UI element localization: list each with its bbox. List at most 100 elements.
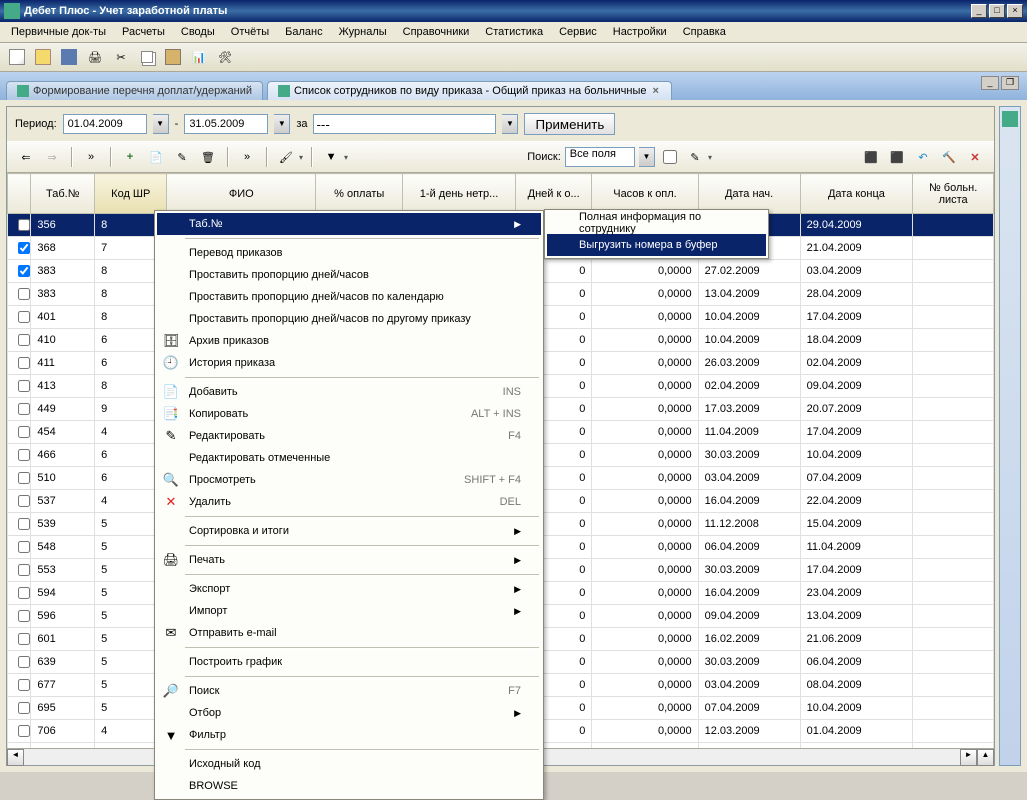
row-checkbox[interactable] [18, 725, 30, 737]
col-tabno[interactable]: Таб.№ [31, 174, 95, 214]
gt-edit2[interactable]: ✎ [684, 146, 706, 168]
za-input[interactable] [313, 114, 496, 134]
row-checkbox[interactable] [18, 449, 30, 461]
tb-print[interactable]: 🖨 [84, 46, 106, 68]
menu-help[interactable]: Справка [676, 24, 733, 40]
ctx-export[interactable]: Экспорт▶ [157, 578, 541, 600]
za-dd[interactable]: ▼ [502, 114, 518, 134]
ctx-prop3[interactable]: Проставить пропорцию дней/часов по друго… [157, 308, 541, 330]
ctx-copy[interactable]: 📑КопироватьALT + INS [157, 403, 541, 425]
minimize-button[interactable]: _ [971, 4, 987, 18]
ctx-archive[interactable]: 🗄Архив приказов [157, 330, 541, 352]
ctx-perevod[interactable]: Перевод приказов [157, 242, 541, 264]
row-checkbox[interactable] [18, 564, 30, 576]
row-checkbox[interactable] [18, 472, 30, 484]
menu-statistics[interactable]: Статистика [478, 24, 550, 40]
row-checkbox[interactable] [18, 702, 30, 714]
tab-close-icon[interactable]: × [651, 85, 661, 97]
ctx-add[interactable]: 📄ДобавитьINS [157, 381, 541, 403]
tb-chart[interactable]: 📊 [188, 46, 210, 68]
row-checkbox[interactable] [18, 288, 30, 300]
menu-calculations[interactable]: Расчеты [115, 24, 172, 40]
ctx-edit[interactable]: ✎РедактироватьF4 [157, 425, 541, 447]
gt-del[interactable]: 🗑 [197, 146, 219, 168]
ctx-prop2[interactable]: Проставить пропорцию дней/часов по кален… [157, 286, 541, 308]
gt-copy[interactable]: 📄 [145, 146, 167, 168]
row-checkbox[interactable] [18, 656, 30, 668]
chevron-down-icon[interactable]: ▾ [708, 153, 712, 162]
tb-open[interactable] [32, 46, 54, 68]
tb-new[interactable] [6, 46, 28, 68]
panel-minimize[interactable]: _ [981, 76, 999, 90]
date-to-dd[interactable]: ▼ [274, 114, 290, 134]
ctx-tabno[interactable]: Таб.№▶ [157, 213, 541, 235]
search-checkbox[interactable] [663, 150, 677, 164]
tb-copy[interactable] [136, 46, 158, 68]
tb-paste[interactable] [162, 46, 184, 68]
col-hours[interactable]: Часов к опл. [592, 174, 698, 214]
menu-directories[interactable]: Справочники [396, 24, 477, 40]
sub-export-buffer[interactable]: Выгрузить номера в буфер [547, 234, 766, 256]
col-days[interactable]: Дней к о... [515, 174, 592, 214]
col-dend[interactable]: Дата конца [800, 174, 913, 214]
date-from[interactable] [63, 114, 147, 134]
tb-cut[interactable]: ✂ [110, 46, 132, 68]
ctx-filter[interactable]: ▼Фильтр [157, 724, 541, 746]
tab-formirovanie[interactable]: Формирование перечня доплат/удержаний [6, 81, 263, 100]
tab-spisok[interactable]: Список сотрудников по виду приказа - Общ… [267, 81, 672, 100]
gt-hammer[interactable]: 🔨 [938, 146, 960, 168]
row-checkbox[interactable] [18, 426, 30, 438]
col-kod[interactable]: Код ШР [95, 174, 167, 214]
tb-misc[interactable]: 🛠 [214, 46, 236, 68]
row-checkbox[interactable] [18, 334, 30, 346]
row-checkbox[interactable] [18, 242, 30, 254]
ctx-prop1[interactable]: Проставить пропорцию дней/часов [157, 264, 541, 286]
close-button[interactable]: × [1007, 4, 1023, 18]
col-day1[interactable]: 1-й день нетр... [403, 174, 516, 214]
scroll-right-icon[interactable]: ► [960, 749, 977, 766]
gt-nav-fwd[interactable]: ⇒ [41, 146, 63, 168]
sub-full-info[interactable]: Полная информация по сотруднику [547, 212, 766, 234]
scroll-left-icon[interactable]: ◄ [7, 749, 24, 766]
row-checkbox[interactable] [18, 380, 30, 392]
menu-primary-docs[interactable]: Первичные док-ты [4, 24, 113, 40]
search-field-select[interactable]: Все поля [565, 147, 635, 167]
menu-journals[interactable]: Журналы [332, 24, 394, 40]
gt-filter[interactable]: ▼ [320, 146, 342, 168]
menu-settings[interactable]: Настройки [606, 24, 674, 40]
tb-save[interactable] [58, 46, 80, 68]
gt-brush[interactable]: 🖌 [275, 146, 297, 168]
col-dstart[interactable]: Дата нач. [698, 174, 800, 214]
ctx-sort[interactable]: Сортировка и итоги▶ [157, 520, 541, 542]
row-checkbox[interactable] [18, 219, 30, 231]
date-to[interactable] [184, 114, 268, 134]
ctx-otbor[interactable]: Отбор▶ [157, 702, 541, 724]
gt-more[interactable]: » [236, 146, 258, 168]
ctx-email[interactable]: ✉Отправить e-mail [157, 622, 541, 644]
ctx-import[interactable]: Импорт▶ [157, 600, 541, 622]
chevron-down-icon[interactable]: ▾ [299, 153, 303, 162]
apply-button[interactable]: Применить [524, 113, 615, 135]
row-checkbox[interactable] [18, 311, 30, 323]
ctx-find[interactable]: 🔎ПоискF7 [157, 680, 541, 702]
panel-restore[interactable]: ❐ [1001, 76, 1019, 90]
ctx-del[interactable]: ✕УдалитьDEL [157, 491, 541, 513]
date-from-dd[interactable]: ▼ [153, 114, 169, 134]
menu-summaries[interactable]: Своды [174, 24, 222, 40]
chevron-down-icon[interactable]: ▾ [344, 153, 348, 162]
search-field-dd[interactable]: ▼ [639, 147, 655, 167]
ctx-src[interactable]: Исходный код [157, 753, 541, 775]
ctx-view[interactable]: 🔍ПросмотретьSHIFT + F4 [157, 469, 541, 491]
gt-add[interactable]: + [119, 146, 141, 168]
gt-nav-back[interactable]: ⇐ [15, 146, 37, 168]
row-checkbox[interactable] [18, 495, 30, 507]
menu-balance[interactable]: Баланс [278, 24, 329, 40]
sidebar-icon[interactable] [1002, 111, 1018, 127]
row-checkbox[interactable] [18, 633, 30, 645]
gt-tool2[interactable]: ⬛ [886, 146, 908, 168]
gt-delete-x[interactable]: ✕ [964, 146, 986, 168]
scroll-up-icon[interactable]: ▲ [977, 749, 994, 766]
row-checkbox[interactable] [18, 265, 30, 277]
gt-edit[interactable]: ✎ [171, 146, 193, 168]
menu-service[interactable]: Сервис [552, 24, 604, 40]
